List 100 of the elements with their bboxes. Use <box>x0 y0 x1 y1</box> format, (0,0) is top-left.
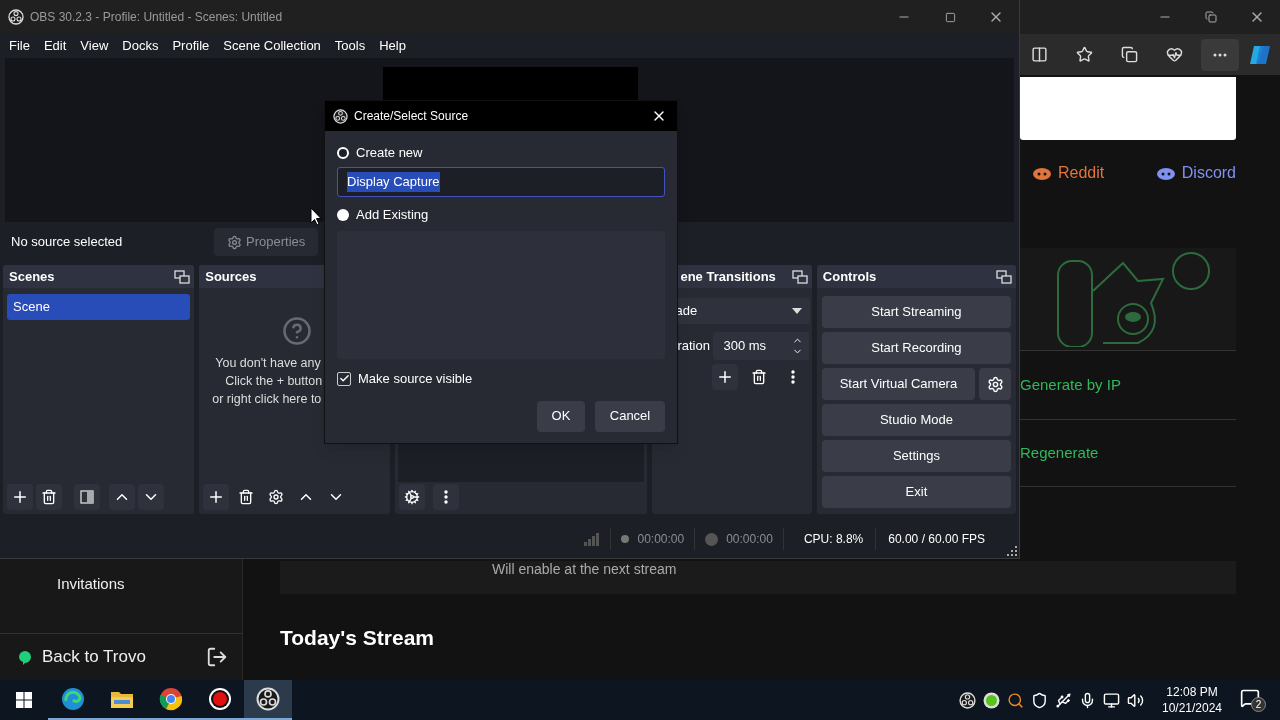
undock-icon[interactable] <box>174 269 191 284</box>
swirl-icon <box>61 687 85 711</box>
regenerate-link[interactable]: Regenerate <box>1020 441 1099 465</box>
menu-item[interactable]: Profile <box>165 36 217 56</box>
split-screen-icon <box>1030 46 1048 63</box>
status-dot-icon <box>983 691 1000 709</box>
volume-icon[interactable] <box>1127 691 1144 709</box>
add-button[interactable] <box>712 364 739 390</box>
obs-logo-icon <box>333 108 348 124</box>
undock-icon[interactable] <box>996 269 1012 284</box>
more-button[interactable] <box>433 484 460 510</box>
microphone-icon[interactable] <box>1079 691 1096 709</box>
virtual-camera-settings-button[interactable] <box>979 368 1011 400</box>
dock-title: ene Transitions <box>680 267 776 286</box>
checkbox[interactable] <box>337 371 351 386</box>
stream-timer: 00:00:00 <box>637 531 685 548</box>
generate-link[interactable]: Generate by IP <box>1020 373 1121 397</box>
community-link[interactable]: Reddit <box>1032 161 1105 185</box>
signal-icon <box>584 532 601 546</box>
menu-item[interactable]: Scene Collection <box>216 36 328 56</box>
alien-icon <box>1032 165 1052 181</box>
dialog-title: Create/Select Source <box>354 108 469 125</box>
folder-icon <box>110 689 134 709</box>
menu-item[interactable]: Tools <box>327 36 373 56</box>
settings-icon <box>986 375 1004 393</box>
control-button[interactable]: Start Streaming <box>821 296 1011 328</box>
obs-logo-icon <box>256 687 280 711</box>
notifications-icon[interactable] <box>1240 688 1260 708</box>
browser-logo-icon <box>159 687 183 711</box>
obs-logo-icon <box>8 9 24 25</box>
name-field[interactable]: Display Capture <box>337 167 665 197</box>
option-label: Add Existing <box>356 206 429 225</box>
dock-title: Scenes <box>9 267 55 286</box>
control-button[interactable]: Settings <box>821 440 1011 472</box>
move-down-button[interactable] <box>138 484 164 510</box>
maximize-icon <box>944 11 956 23</box>
section-heading: Today's Stream <box>280 625 435 651</box>
duration-field[interactable]: 300 ms <box>713 332 810 360</box>
taskbar-app[interactable] <box>244 680 292 720</box>
ok-button[interactable]: OK <box>537 400 585 432</box>
add-button[interactable] <box>7 484 33 510</box>
cursor-icon <box>310 207 322 226</box>
undock-icon[interactable] <box>791 269 808 284</box>
sidebar-item[interactable]: Invitations <box>0 564 242 604</box>
delete-button[interactable] <box>36 484 62 510</box>
move-up-button[interactable] <box>109 484 135 510</box>
trash-icon <box>751 369 768 385</box>
restore-icon <box>1205 11 1217 23</box>
resize-grip-icon[interactable] <box>1007 546 1017 556</box>
option-label: Create new <box>356 144 423 163</box>
star-icon <box>1075 46 1093 63</box>
menu-item[interactable]: Docks <box>115 36 166 56</box>
usb-icon[interactable] <box>1055 691 1072 709</box>
network-icon[interactable] <box>1103 691 1120 709</box>
window-title: OBS 30.2.3 - Profile: Untitled - Scenes: Untitled <box>30 9 283 26</box>
clock[interactable]: 12:08 PM 10/21/2024 <box>1152 684 1232 716</box>
add-button[interactable] <box>203 484 230 510</box>
more-button[interactable] <box>1201 38 1239 71</box>
filter-icon <box>80 490 94 504</box>
clock-time: 12:08 PM <box>1166 684 1218 700</box>
radio-button[interactable] <box>337 209 349 221</box>
clock-date: 10/21/2024 <box>1161 700 1223 716</box>
trash-icon <box>41 489 57 505</box>
heart-pulse-icon <box>1165 46 1183 63</box>
settings-icon <box>227 234 242 250</box>
menu-item[interactable]: View <box>73 36 116 56</box>
checkbox-label: Make source visible <box>358 370 473 388</box>
community-link[interactable]: Discord <box>1155 161 1236 185</box>
record-icon <box>208 687 232 711</box>
record-timer: 00:00:00 <box>726 531 773 548</box>
windows-icon <box>16 692 32 708</box>
control-button[interactable]: Studio Mode <box>821 404 1011 436</box>
filter-button[interactable] <box>74 484 100 510</box>
status-text: No source selected <box>11 233 124 252</box>
settings-button[interactable] <box>399 484 426 510</box>
settings-icon <box>404 489 421 505</box>
back-link[interactable]: Back to Trovo <box>16 644 146 670</box>
empty-hint: You don't have any <box>214 355 321 372</box>
menu-item[interactable]: Edit <box>36 36 74 56</box>
menu-item[interactable]: Help <box>372 36 413 56</box>
control-button[interactable]: Start Virtual Camera <box>821 368 975 400</box>
collections-icon <box>1120 46 1138 63</box>
control-button[interactable]: Exit <box>821 476 1011 508</box>
trovo-logo-icon <box>16 648 34 666</box>
plus-icon <box>11 488 29 506</box>
dock-title: Controls <box>822 267 877 286</box>
logout-icon[interactable] <box>206 646 228 668</box>
help-icon <box>282 316 313 346</box>
control-button[interactable]: Start Recording <box>821 332 1011 364</box>
caret-icon <box>791 308 802 314</box>
scene-item[interactable]: Scene <box>7 294 191 320</box>
radio-button[interactable] <box>337 147 349 159</box>
shield-icon[interactable] <box>1031 691 1048 709</box>
menu-item[interactable]: File <box>2 36 37 56</box>
properties-button[interactable]: Properties <box>214 228 319 256</box>
search-icon[interactable] <box>1007 691 1024 709</box>
trash-icon <box>238 489 255 505</box>
obs-logo-icon <box>959 691 976 709</box>
cancel-button[interactable]: Cancel <box>595 400 665 432</box>
notification-count: 2 <box>1251 697 1266 712</box>
